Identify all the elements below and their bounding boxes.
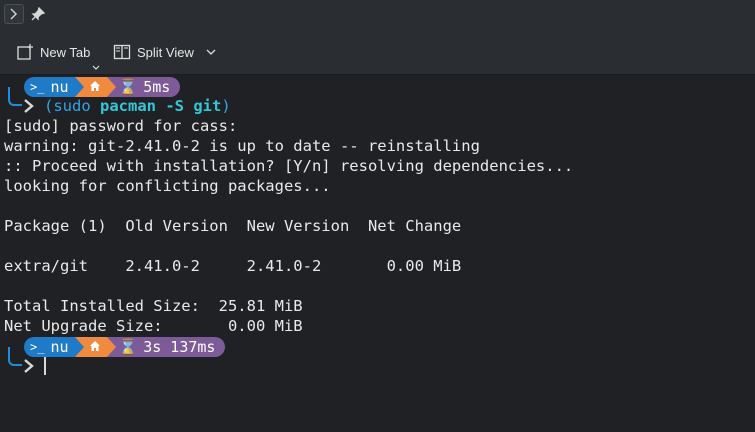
prompt-duration-segment: ⌛ 3s 137ms	[106, 337, 226, 357]
home-icon	[89, 337, 101, 357]
output-line: Net Upgrade Size: 0.00 MiB	[4, 317, 303, 335]
output-line: Total Installed Size: 25.81 MiB	[4, 297, 303, 315]
split-view-button[interactable]: Split View	[113, 40, 220, 64]
prompt-duration-segment: ⌛ 5ms	[106, 77, 181, 97]
output-line: Package (1) Old Version New Version Net …	[4, 217, 462, 235]
prompt-bar: >_ nu ⌛ 5ms	[24, 77, 181, 97]
chevron-down-icon	[202, 43, 220, 61]
output-line: looking for conflicting packages...	[4, 177, 331, 195]
output-line: warning: git-2.41.0-2 is up to date -- r…	[4, 137, 480, 155]
new-tab-dropdown-arrow-icon[interactable]	[92, 56, 100, 75]
pin-icon[interactable]	[28, 4, 48, 24]
toolbar: New Tab Split View	[0, 28, 755, 75]
window-menu-icon[interactable]	[4, 4, 24, 24]
home-icon	[89, 77, 101, 97]
output-line: :: Proceed with installation? [Y/n] reso…	[4, 157, 574, 175]
hourglass-icon: ⌛	[118, 338, 138, 356]
terminal-area[interactable]: >_ nu ⌛ 5ms (sudo pacman -S git) [sudo] …	[0, 75, 755, 432]
terminal-icon: >_	[30, 80, 45, 94]
prompt-connector	[8, 87, 22, 106]
prompt-shell-segment: >_ nu	[24, 337, 84, 357]
new-tab-button[interactable]: New Tab	[16, 40, 90, 64]
prompt-chevron-icon	[21, 356, 37, 376]
split-view-label: Split View	[137, 44, 194, 60]
terminal-icon: >_	[30, 340, 45, 354]
text-cursor	[44, 357, 46, 375]
output-line: extra/git 2.41.0-2 2.41.0-2 0.00 MiB	[4, 257, 462, 275]
new-tab-icon	[16, 43, 34, 61]
hourglass-icon: ⌛	[118, 78, 138, 96]
prompt-connector	[8, 347, 22, 366]
command-line: (sudo pacman -S git)	[44, 97, 231, 115]
new-tab-label: New Tab	[40, 44, 91, 60]
prompt-bar: >_ nu ⌛ 3s 137ms	[24, 337, 226, 357]
output-line: [sudo] password for cass:	[4, 117, 238, 135]
title-bar	[0, 0, 755, 28]
prompt-chevron-icon	[21, 96, 37, 116]
prompt-shell-segment: >_ nu	[24, 77, 84, 97]
split-view-icon	[113, 43, 131, 61]
